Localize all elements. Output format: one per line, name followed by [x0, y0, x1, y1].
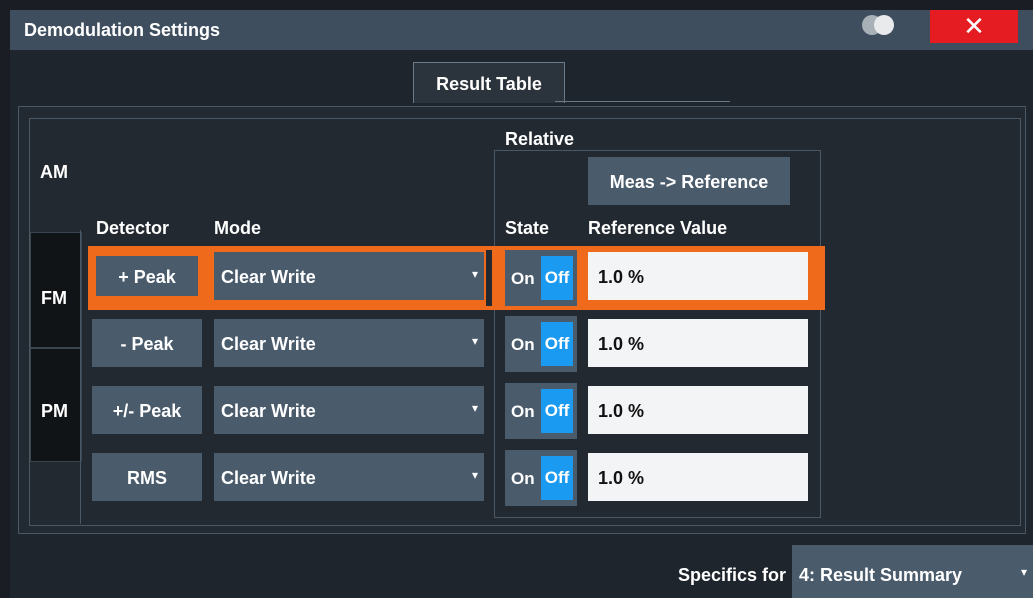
reference-value: 1.0 % — [598, 401, 645, 421]
dropdown-arrow-icon: ▾ — [471, 334, 478, 348]
state-header: State — [505, 218, 550, 238]
reference-value-input[interactable]: 1.0 % — [588, 386, 808, 434]
state-toggle[interactable]: On Off — [505, 383, 577, 439]
dropdown-arrow-icon: ▾ — [471, 468, 478, 482]
reference-value-input[interactable]: 1.0 % — [588, 453, 808, 501]
side-tab-am-label: AM — [40, 162, 68, 182]
close-button[interactable]: ✕ — [930, 10, 1018, 43]
reference-value: 1.0 % — [598, 334, 645, 354]
dropdown-arrow-icon: ▾ — [471, 401, 478, 415]
detector-button-plus-minus-peak[interactable]: +/- Peak — [92, 386, 202, 434]
side-tab-fm[interactable]: FM — [30, 232, 82, 348]
state-toggle[interactable]: On Off — [505, 316, 577, 372]
detector-button-minus-peak[interactable]: - Peak — [92, 319, 202, 367]
reference-value-input[interactable]: 1.0 % — [588, 319, 808, 367]
toggle-off-label: Off — [541, 256, 573, 300]
dialog-title: Demodulation Settings — [24, 20, 221, 40]
meas-to-reference-button[interactable]: Meas -> Reference — [588, 157, 790, 205]
reference-value: 1.0 % — [598, 468, 645, 488]
dropdown-arrow-icon: ▾ — [471, 267, 478, 281]
detector-header: Detector — [96, 218, 170, 238]
specifics-value: 4: Result Summary — [799, 565, 963, 585]
toggle-off-label: Off — [541, 389, 573, 433]
reference-value-header: Reference Value — [588, 218, 728, 238]
mode-value: Clear Write — [221, 468, 316, 488]
toggle-on-label: On — [511, 335, 535, 354]
mode-select[interactable]: Clear Write ▾ — [214, 453, 484, 501]
mode-select[interactable]: Clear Write ▾ — [214, 252, 484, 300]
side-tab-am[interactable]: AM — [30, 118, 80, 230]
side-tab-pm-label: PM — [41, 401, 68, 421]
side-tab-pm[interactable]: PM — [30, 348, 82, 462]
toggle-on-label: On — [511, 402, 535, 421]
toggle-off-label: Off — [541, 456, 573, 500]
mode-value: Clear Write — [221, 267, 316, 287]
toggle-off-label: Off — [541, 322, 573, 366]
display-toggle-icon[interactable] — [862, 15, 896, 35]
specifics-select[interactable]: 4: Result Summary ▾ — [792, 545, 1033, 598]
reference-value-input[interactable]: 1.0 % — [588, 252, 808, 300]
mode-select[interactable]: Clear Write ▾ — [214, 319, 484, 367]
mode-value: Clear Write — [221, 334, 316, 354]
detector-button-rms[interactable]: RMS — [92, 453, 202, 501]
mode-select[interactable]: Clear Write ▾ — [214, 386, 484, 434]
mode-value: Clear Write — [221, 401, 316, 421]
toggle-on-label: On — [511, 269, 535, 288]
dropdown-arrow-icon: ▾ — [1020, 565, 1027, 579]
tab-strip: Result Table — [10, 60, 1033, 103]
reference-value: 1.0 % — [598, 267, 645, 287]
mode-header: Mode — [214, 218, 261, 238]
state-toggle[interactable]: On Off — [505, 250, 577, 306]
relative-heading: Relative — [505, 129, 575, 149]
tab-result-table[interactable]: Result Table — [413, 62, 565, 103]
specifics-label: Specifics for — [678, 565, 787, 585]
side-tab-fm-label: FM — [41, 288, 67, 308]
toggle-on-label: On — [511, 469, 535, 488]
state-toggle[interactable]: On Off — [505, 450, 577, 506]
detector-button-plus-peak[interactable]: + Peak — [92, 252, 202, 300]
divider — [80, 230, 81, 524]
